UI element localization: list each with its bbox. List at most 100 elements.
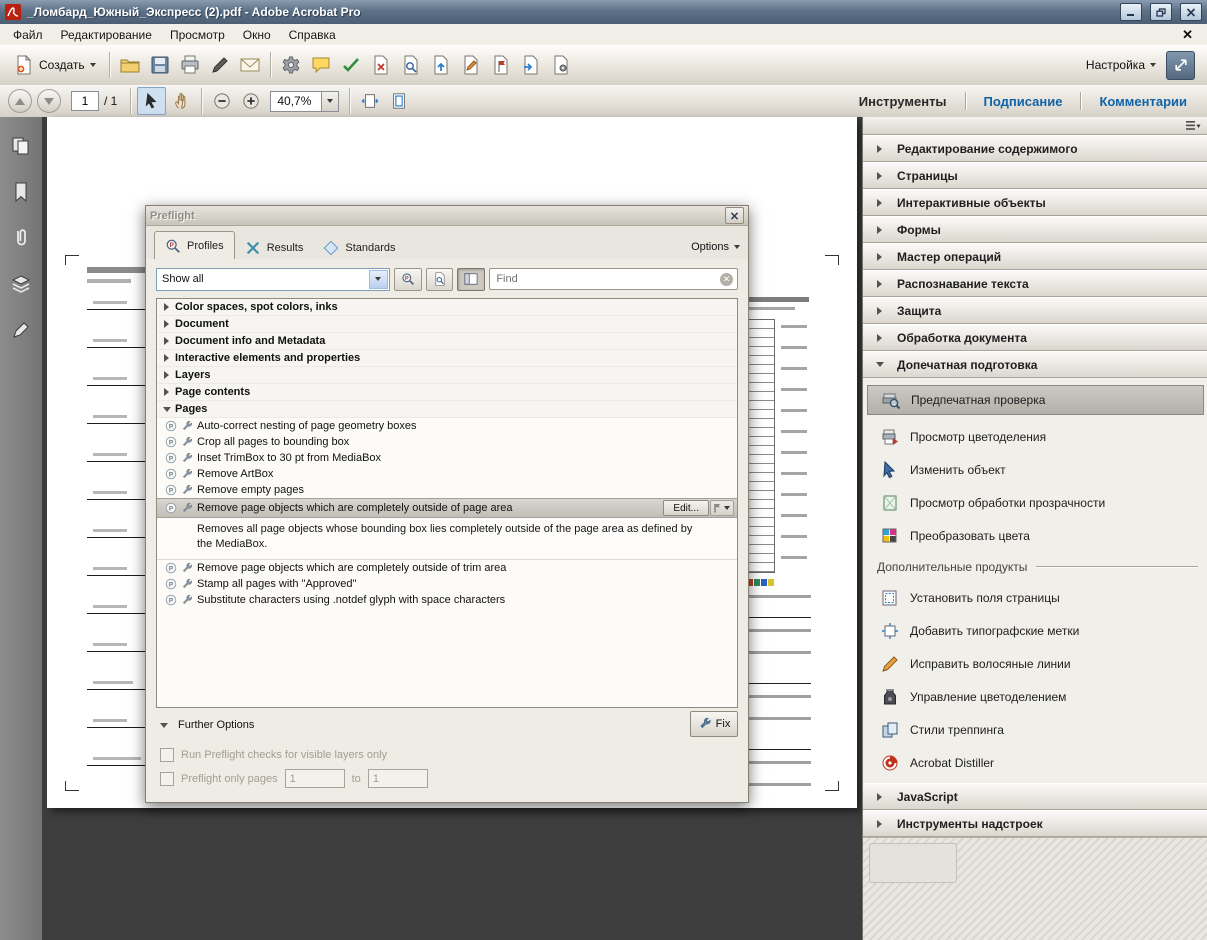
comment-button[interactable] [306,50,336,80]
further-options-expander[interactable]: Further Options [158,719,254,731]
dropdown-button[interactable] [369,270,388,289]
customize-toolbar-button[interactable]: Настройка [1076,58,1166,72]
tab-profiles[interactable]: Profiles [154,231,235,260]
menu-item-help[interactable]: Справка [280,26,345,44]
new-profile-button[interactable] [394,268,422,291]
toggle-description-button[interactable] [457,268,485,291]
zoom-dropdown-button[interactable] [321,92,338,111]
section-javascript[interactable]: JavaScript [863,783,1207,810]
tools-panel-button[interactable]: Инструменты [859,94,947,109]
tab-standards[interactable]: Standards [313,237,405,259]
fixup-row[interactable]: Auto-correct nesting of page geometry bo… [157,418,737,434]
fixup-row[interactable]: Remove page objects which are completely… [157,560,737,576]
email-button[interactable] [235,50,265,80]
profile-group-row[interactable]: Color spaces, spot colors, inks [157,299,737,316]
tool-output-preview[interactable]: Просмотр цветоделения [863,420,1207,453]
page-from-input[interactable] [285,769,345,788]
tool-preflight[interactable]: Предпечатная проверка [867,385,1204,415]
find-box[interactable]: ✕ [489,268,738,290]
section-print-production[interactable]: Допечатная подготовка [863,351,1207,378]
signatures-button[interactable] [7,317,35,343]
section-interactive-objects[interactable]: Интерактивные объекты [863,189,1207,216]
favorite-flag-button[interactable] [710,500,734,516]
section-action-wizard[interactable]: Мастер операций [863,243,1207,270]
fixup-row[interactable]: Stamp all pages with "Approved" [157,576,737,592]
tool-flattener-preview[interactable]: Просмотр обработки прозрачности [863,486,1207,519]
select-tool-button[interactable] [137,87,166,115]
profile-group-row[interactable]: Layers [157,367,737,384]
minimize-button[interactable] [1120,3,1142,21]
section-plugin-tools[interactable]: Инструменты надстроек [863,810,1207,837]
approve-button[interactable] [336,50,366,80]
tool-ink-manager[interactable]: Управление цветоделением [863,680,1207,713]
fixup-row[interactable]: Inset TrimBox to 30 pt from MediaBox [157,450,737,466]
fit-width-button[interactable] [356,88,383,114]
page-number-input[interactable] [71,91,99,111]
tool-set-page-boxes[interactable]: Установить поля страницы [863,581,1207,614]
panel-menu-icon[interactable] [1185,120,1201,132]
close-document-icon[interactable]: ✕ [1172,27,1203,43]
delete-pages-button[interactable] [366,50,396,80]
search-page-button[interactable] [396,50,426,80]
tool-convert-colors[interactable]: Преобразовать цвета [863,519,1207,552]
open-file-button[interactable] [115,50,145,80]
extract-pages-button[interactable] [426,50,456,80]
page-setup-button[interactable] [546,50,576,80]
flag-page-button[interactable] [486,50,516,80]
profile-group-row[interactable]: Page contents [157,384,737,401]
section-content-editing[interactable]: Редактирование содержимого [863,135,1207,162]
fix-button[interactable]: Fix [690,711,738,737]
fixup-row[interactable]: Remove ArtBox [157,466,737,482]
tool-add-printer-marks[interactable]: Добавить типографские метки [863,614,1207,647]
menu-item-edit[interactable]: Редактирование [52,26,161,44]
hand-tool-button[interactable] [168,88,195,114]
profile-group-row[interactable]: Document [157,316,737,333]
section-document-processing[interactable]: Обработка документа [863,324,1207,351]
fixup-row-selected[interactable]: Remove page objects which are completely… [157,498,737,518]
bookmarks-button[interactable] [7,179,35,205]
section-protection[interactable]: Защита [863,297,1207,324]
insert-pages-button[interactable] [516,50,546,80]
fixup-row[interactable]: Remove empty pages [157,482,737,498]
profile-group-row[interactable]: Interactive elements and properties [157,350,737,367]
restore-button[interactable] [1150,3,1172,21]
fullscreen-button[interactable] [1166,51,1195,80]
page-thumbnails-button[interactable] [7,133,35,159]
zoom-level-dropdown[interactable]: 40,7% [270,91,339,112]
zoom-in-button[interactable] [237,88,264,114]
menu-item-file[interactable]: Файл [4,26,52,44]
dialog-close-button[interactable] [725,207,744,224]
print-button[interactable] [175,50,205,80]
save-button[interactable] [145,50,175,80]
tool-fix-hairlines[interactable]: Исправить волосяные линии [863,647,1207,680]
layers-button[interactable] [7,271,35,297]
tool-edit-object[interactable]: Изменить объект [863,453,1207,486]
fit-page-button[interactable] [385,88,412,114]
dialog-title-bar[interactable]: Preflight [146,206,748,226]
run-checks-checkbox[interactable] [160,748,174,762]
section-pages[interactable]: Страницы [863,162,1207,189]
tab-results[interactable]: Results [235,237,314,259]
profile-group-row-pages[interactable]: Pages [157,401,737,418]
menu-item-view[interactable]: Просмотр [161,26,234,44]
close-button[interactable] [1180,3,1202,21]
attachments-button[interactable] [7,225,35,251]
search-profile-button[interactable] [426,268,454,291]
preferences-button[interactable] [276,50,306,80]
tool-acrobat-distiller[interactable]: Acrobat Distiller [863,746,1207,779]
profile-filter-dropdown[interactable]: Show all [156,268,390,291]
sign-panel-button[interactable]: Подписание [984,94,1063,109]
page-to-input[interactable] [368,769,428,788]
menu-item-window[interactable]: Окно [234,26,280,44]
fixup-row[interactable]: Substitute characters using .notdef glyp… [157,592,737,608]
section-text-recognition[interactable]: Распознавание текста [863,270,1207,297]
section-forms[interactable]: Формы [863,216,1207,243]
comments-panel-button[interactable]: Комментарии [1099,94,1187,109]
edit-page-button[interactable] [456,50,486,80]
clear-search-icon[interactable]: ✕ [720,273,733,286]
next-page-button[interactable] [37,89,61,113]
only-pages-checkbox[interactable] [160,772,174,786]
profile-group-row[interactable]: Document info and Metadata [157,333,737,350]
create-pdf-button[interactable]: Создать [6,50,104,80]
find-input[interactable] [494,272,716,286]
